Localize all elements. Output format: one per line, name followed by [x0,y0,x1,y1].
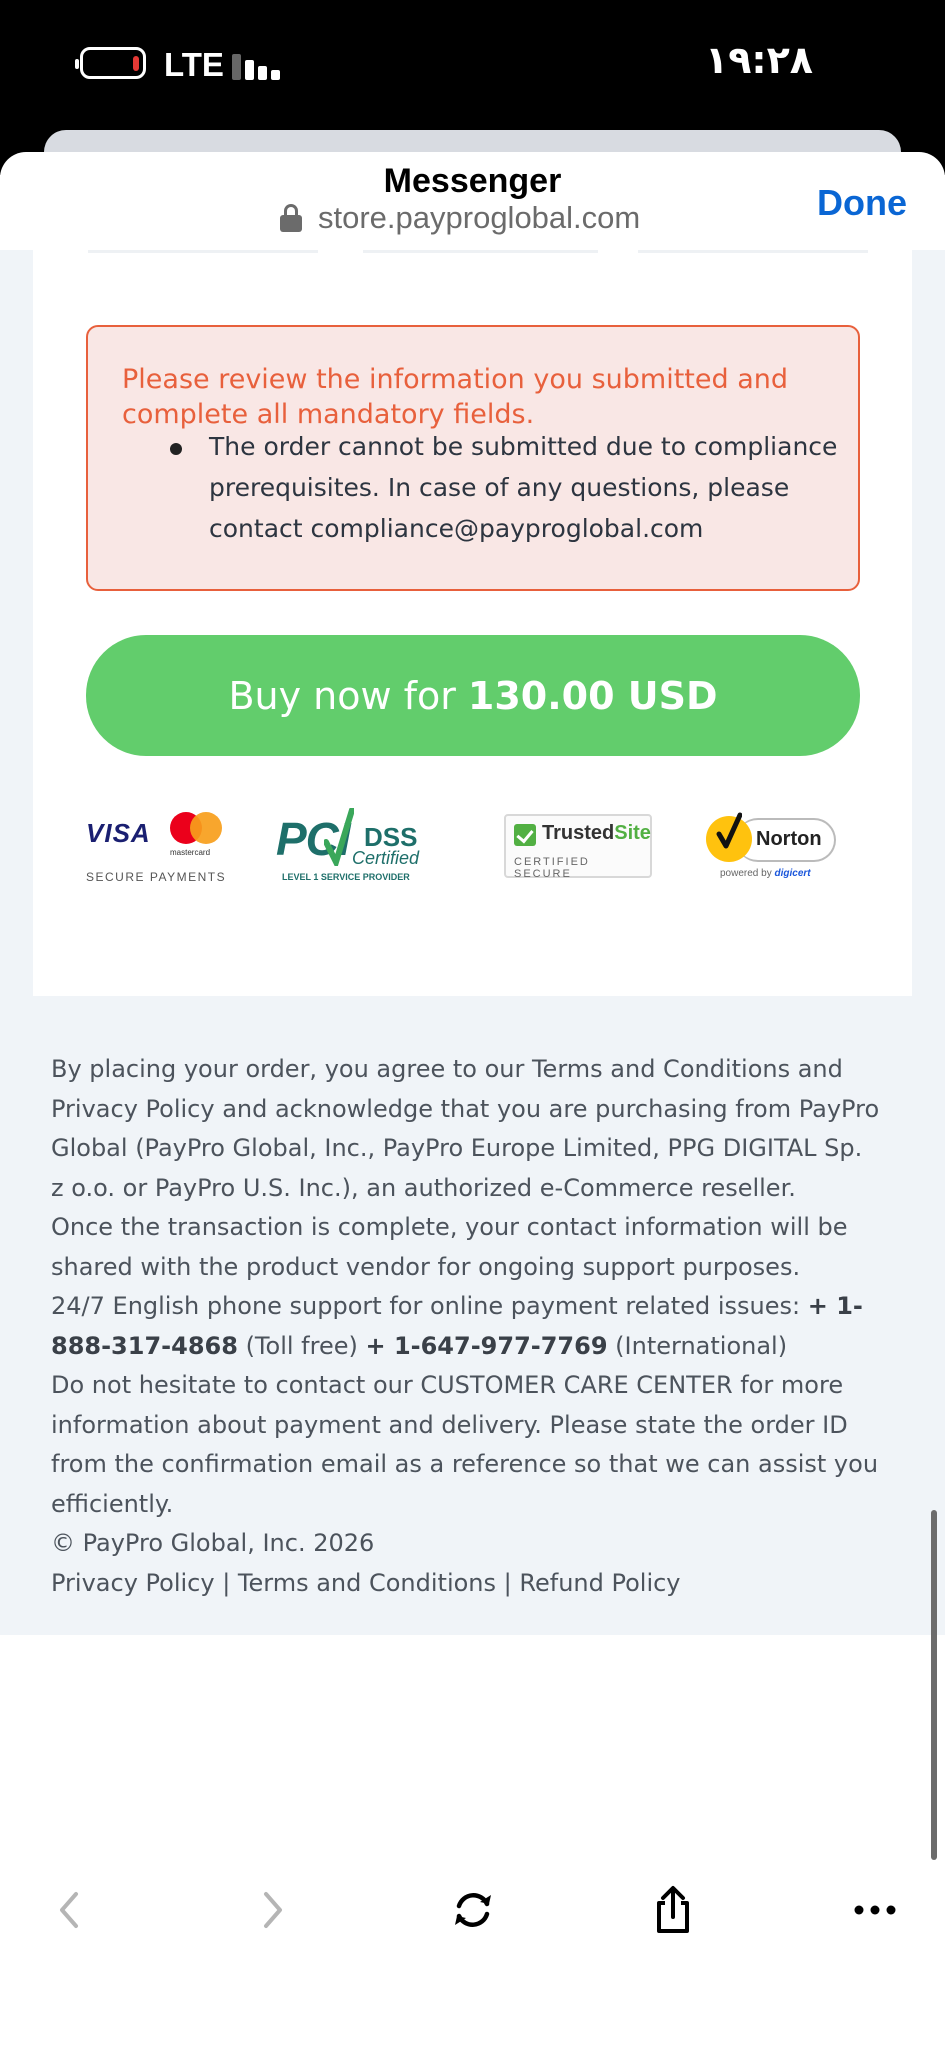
pci-certified-label: Certified [352,848,420,868]
copyright-text: © PayPro Global, Inc. 2026 [51,1529,375,1557]
certified-secure-label: CERTIFIED SECURE [514,856,590,880]
forward-icon [264,1892,282,1928]
back-icon [60,1892,78,1928]
contact-sharing-text: Once the transaction is complete, your c… [51,1213,848,1281]
norton-logo: Norton [756,828,822,850]
checkout-card: Please review the information you submit… [33,250,912,996]
network-type: LTE [164,46,224,83]
reload-button[interactable] [438,1875,508,1945]
forward-button[interactable] [238,1875,308,1945]
customer-care-text: Do not hesitate to contact our CUSTOMER … [51,1371,879,1518]
privacy-policy-link[interactable]: Privacy Policy [51,1569,215,1597]
agreement-text: By placing your order, you agree to our … [51,1055,880,1202]
web-content: Please review the information you submit… [0,250,945,1635]
buy-button-label: Buy now for [228,673,456,718]
url-bar[interactable]: store.payproglobal.com [280,200,640,236]
pci-level-label: LEVEL 1 SERVICE PROVIDER [282,872,410,882]
share-button[interactable] [638,1875,708,1945]
lock-icon [280,204,302,232]
checkmark-icon [514,824,536,846]
norton-badge: Norton powered by digicert [706,810,836,890]
mastercard-label: mastercard [170,848,211,857]
error-alert: Please review the information you submit… [86,325,860,591]
browser-title: Messenger [383,162,562,200]
more-button[interactable] [840,1875,910,1945]
browser-header: Messenger store.payproglobal.com Done [0,152,945,250]
page: LTE ١٩:٢٨ Messenger store.payproglobal.c… [0,0,945,2048]
form-field-edges [88,250,888,256]
visa-logo: VISA [86,818,151,848]
buy-button-amount: 130.00 USD [467,673,718,718]
trusted-site-badge: TrustedSite CERTIFIED SECURE [504,814,652,880]
visa-mastercard-badge: VISA mastercard SECURE PAYMENTS [86,810,228,890]
reload-icon [455,1893,491,1927]
mastercard-icon [168,810,228,850]
back-button[interactable] [34,1875,104,1945]
legal-footer: By placing your order, you agree to our … [51,1050,881,1603]
scrollbar[interactable] [931,1510,937,1860]
alert-title: Please review the information you submit… [122,364,788,430]
international-phone[interactable]: + 1-647-977-7769 [365,1332,607,1360]
pci-dss-badge: PCI DSS Certified LEVEL 1 SERVICE PROVID… [276,808,426,890]
terms-link[interactable]: Terms and Conditions [238,1569,496,1597]
browser-toolbar [0,1855,945,1965]
bullet-icon [170,443,182,455]
footer-links: Privacy Policy | Terms and Conditions | … [51,1568,681,1597]
more-icon [854,1905,896,1915]
battery-icon [75,47,146,79]
norton-check-icon [716,812,742,849]
buy-now-button[interactable]: Buy now for 130.00 USD [86,635,860,756]
share-icon [657,1886,689,1933]
signal-strength-icon [232,48,284,80]
secure-payments-label: SECURE PAYMENTS [86,870,227,884]
refund-policy-link[interactable]: Refund Policy [519,1569,680,1597]
checkmark-icon [324,808,354,866]
done-button[interactable]: Done [817,182,907,224]
alert-message: The order cannot be submitted due to com… [209,432,838,543]
powered-by-digicert: powered by digicert [720,868,811,879]
status-time: ١٩:٢٨ [705,38,813,82]
phone-support-text: 24/7 English phone support for online pa… [51,1292,863,1360]
trusted-site-logo: TrustedSite [542,822,651,844]
trust-badges: VISA mastercard SECURE PAYMENTS PCI DSS … [86,808,860,890]
url-text: store.payproglobal.com [318,200,641,235]
